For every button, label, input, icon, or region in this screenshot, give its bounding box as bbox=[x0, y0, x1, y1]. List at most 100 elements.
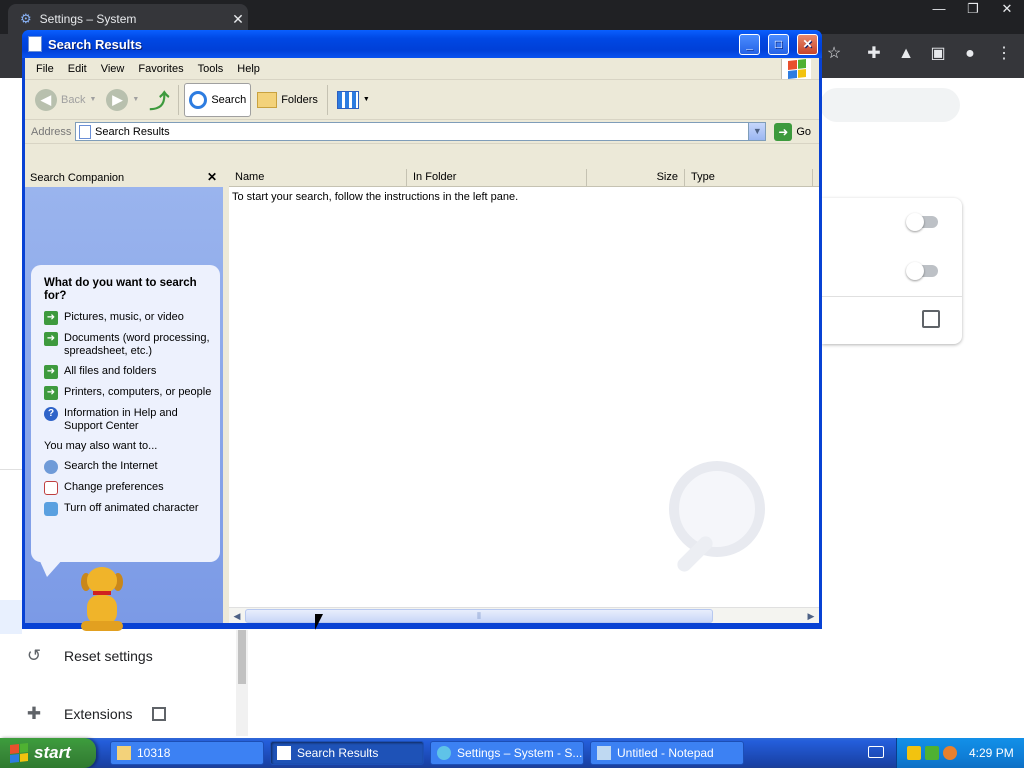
up-folder-button[interactable]: ⤴ bbox=[145, 83, 173, 117]
address-input[interactable]: Search Results ▼ bbox=[75, 122, 767, 141]
security-shield-icon[interactable] bbox=[907, 746, 921, 760]
address-bar: Address Search Results ▼ ➜ Go bbox=[25, 120, 819, 144]
search-tray-icon[interactable] bbox=[943, 746, 957, 760]
keyboard-icon[interactable] bbox=[868, 746, 884, 758]
close-icon[interactable]: ✕ bbox=[207, 170, 217, 184]
option-search-internet[interactable]: Search the Internet bbox=[44, 460, 212, 474]
green-arrow-icon: ➜ bbox=[44, 365, 58, 379]
sidebar-scrollbar[interactable] bbox=[236, 630, 248, 736]
dropdown-arrow-icon: ▼ bbox=[362, 96, 370, 103]
up-arrow-icon: ⤴ bbox=[149, 91, 170, 113]
search-results-icon bbox=[277, 746, 291, 760]
address-value: Search Results bbox=[95, 125, 170, 138]
flask-icon[interactable]: ▲ bbox=[896, 44, 916, 64]
search-results-window: Search Results _ □ ✕ File Edit View Favo… bbox=[22, 30, 822, 631]
mouse-cursor-icon bbox=[315, 614, 323, 630]
network-icon[interactable] bbox=[925, 746, 939, 760]
scroll-left-icon[interactable]: ◀ bbox=[230, 609, 244, 623]
settings-card bbox=[822, 198, 962, 344]
globe-search-icon bbox=[44, 460, 58, 474]
menu-help[interactable]: Help bbox=[230, 63, 267, 75]
search-results-icon bbox=[28, 36, 42, 52]
companion-header: Search Companion ✕ bbox=[25, 169, 223, 187]
option-documents[interactable]: ➜ Documents (word processing, spreadshee… bbox=[44, 332, 212, 358]
window-titlebar[interactable]: Search Results _ □ ✕ bbox=[22, 30, 822, 58]
profile-icon[interactable]: ● bbox=[960, 44, 980, 64]
back-arrow-icon: ◀ bbox=[35, 88, 57, 111]
star-icon[interactable]: ☆ bbox=[824, 44, 844, 64]
option-turn-off-character[interactable]: Turn off animated character bbox=[44, 502, 212, 516]
sidepanel-icon[interactable]: ▣ bbox=[928, 44, 948, 64]
option-help-center[interactable]: ? Information in Help and Support Center bbox=[44, 407, 212, 433]
menu-view[interactable]: View bbox=[94, 63, 132, 75]
task-settings[interactable]: Settings – System - S... bbox=[430, 741, 584, 765]
views-grid-icon bbox=[336, 90, 359, 109]
forward-button[interactable]: ▶ ▼ bbox=[102, 83, 143, 117]
minimize-button[interactable]: _ bbox=[739, 33, 760, 55]
folder-icon bbox=[117, 746, 131, 760]
search-button[interactable]: Search bbox=[184, 82, 252, 117]
folders-button[interactable]: Folders bbox=[253, 83, 322, 117]
sidebar-item-extensions[interactable]: ✚ Extensions bbox=[0, 692, 232, 736]
open-external-icon[interactable] bbox=[922, 310, 940, 328]
tab-close-icon[interactable]: ✕ bbox=[228, 11, 248, 28]
settings-toggle-2[interactable] bbox=[906, 262, 938, 280]
option-printers[interactable]: ➜ Printers, computers, or people bbox=[44, 386, 212, 400]
green-arrow-icon: ➜ bbox=[44, 332, 58, 346]
companion-balloon: What do you want to search for? ➜ Pictur… bbox=[31, 265, 220, 562]
help-icon: ? bbox=[44, 407, 58, 421]
maximize-button[interactable]: □ bbox=[768, 33, 789, 55]
option-all-files[interactable]: ➜ All files and folders bbox=[44, 365, 212, 379]
sidebar-selection bbox=[0, 600, 22, 634]
settings-search-input[interactable] bbox=[820, 88, 960, 122]
forward-arrow-icon: ▶ bbox=[106, 88, 129, 111]
chrome-minimize-button[interactable]: — bbox=[922, 0, 956, 18]
chrome-close-button[interactable]: ✕ bbox=[990, 0, 1024, 18]
menu-file[interactable]: File bbox=[29, 63, 61, 75]
menu-bar: File Edit View Favorites Tools Help bbox=[25, 58, 819, 80]
companion-heading: What do you want to search for? bbox=[44, 277, 197, 302]
address-label: Address bbox=[31, 125, 72, 138]
window-title: Search Results bbox=[48, 36, 142, 52]
magnifier-icon bbox=[189, 90, 208, 109]
column-date[interactable]: D bbox=[813, 169, 819, 187]
browser-icon bbox=[437, 746, 451, 760]
go-button[interactable]: ➜ Go bbox=[770, 122, 819, 141]
scroll-right-icon[interactable]: ▶ bbox=[804, 609, 818, 623]
chrome-tab-title: Settings – System bbox=[39, 12, 137, 26]
sidebar-item-reset-settings[interactable]: ↺ Reset settings bbox=[0, 634, 232, 678]
dropdown-arrow-icon: ▼ bbox=[89, 96, 97, 103]
windows-logo-icon bbox=[781, 59, 811, 79]
puzzle-icon[interactable]: ✚ bbox=[864, 44, 884, 64]
card-divider bbox=[822, 296, 962, 297]
chrome-restore-button[interactable]: ❐ bbox=[956, 0, 990, 18]
menu-tools[interactable]: Tools bbox=[191, 63, 231, 75]
column-in-folder[interactable]: In Folder bbox=[407, 169, 587, 187]
green-arrow-icon: ➜ bbox=[44, 311, 58, 325]
open-external-icon bbox=[152, 707, 167, 721]
close-button[interactable]: ✕ bbox=[797, 33, 818, 55]
windows-logo-icon bbox=[10, 743, 28, 763]
rover-dog-character[interactable] bbox=[77, 567, 129, 637]
back-button[interactable]: ◀ Back ▼ bbox=[31, 83, 100, 117]
option-change-preferences[interactable]: Change preferences bbox=[44, 481, 212, 495]
companion-title: Search Companion bbox=[30, 172, 125, 184]
column-size[interactable]: Size bbox=[587, 169, 685, 187]
start-button[interactable]: start bbox=[0, 738, 96, 768]
settings-toggle-1[interactable] bbox=[906, 213, 938, 231]
preferences-icon bbox=[44, 481, 58, 495]
task-notepad[interactable]: Untitled - Notepad bbox=[590, 741, 744, 765]
menu-favorites[interactable]: Favorites bbox=[131, 63, 190, 75]
menu-edit[interactable]: Edit bbox=[61, 63, 94, 75]
column-type[interactable]: Type bbox=[685, 169, 813, 187]
task-10318[interactable]: 10318 bbox=[110, 741, 264, 765]
magnifier-watermark-icon bbox=[669, 461, 765, 557]
address-dropdown-icon[interactable]: ▼ bbox=[748, 123, 766, 140]
views-button[interactable]: ▼ bbox=[333, 83, 374, 117]
puzzle-icon: ✚ bbox=[26, 704, 42, 723]
option-pictures[interactable]: ➜ Pictures, music, or video bbox=[44, 311, 212, 325]
column-name[interactable]: Name bbox=[229, 169, 407, 187]
menu-icon[interactable]: ⋮ bbox=[994, 44, 1014, 64]
task-search-results[interactable]: Search Results bbox=[270, 741, 424, 765]
search-results-icon bbox=[79, 124, 91, 139]
